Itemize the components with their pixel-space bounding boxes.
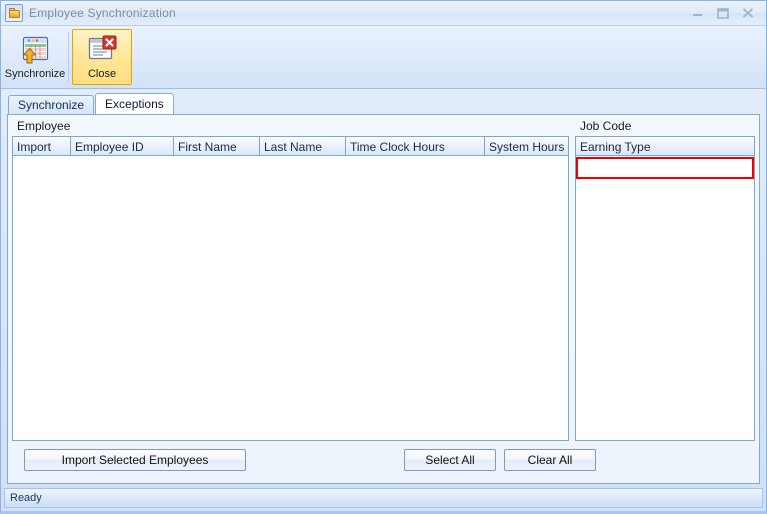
clear-all-button[interactable]: Clear All <box>504 449 596 471</box>
panes-container: Employee Import Employee ID First Name L… <box>12 119 755 441</box>
folder-sync-icon <box>5 4 23 22</box>
toolbar-button-synchronize[interactable]: Synchronize <box>5 29 65 85</box>
toolbar-button-close[interactable]: Close <box>72 29 132 85</box>
tab-panel-exceptions: Employee Import Employee ID First Name L… <box>7 114 760 484</box>
column-header-first-name[interactable]: First Name <box>174 137 260 156</box>
jobcode-group-label: Job Code <box>580 119 632 133</box>
tab-synchronize-label: Synchronize <box>18 98 85 112</box>
minimize-button[interactable] <box>690 6 706 20</box>
window-controls <box>690 6 764 20</box>
tab-strip: Synchronize Exceptions <box>1 93 766 114</box>
jobcode-group: Job Code Earning Type <box>575 119 755 441</box>
tab-exceptions[interactable]: Exceptions <box>95 93 174 114</box>
tab-synchronize[interactable]: Synchronize <box>8 95 95 114</box>
table-row-earning-type-error[interactable] <box>576 157 754 179</box>
employee-group: Employee Import Employee ID First Name L… <box>12 119 569 441</box>
jobcode-grid[interactable]: Earning Type <box>575 136 755 441</box>
window-close-icon <box>86 33 118 65</box>
employee-group-label: Employee <box>17 119 71 133</box>
maximize-button[interactable] <box>715 6 731 20</box>
status-bar: Ready <box>4 488 763 508</box>
column-header-earning-type[interactable]: Earning Type <box>576 137 754 156</box>
column-header-time-clock-hours[interactable]: Time Clock Hours <box>346 137 485 156</box>
toolbar-label-close: Close <box>87 68 117 80</box>
import-selected-employees-button[interactable]: Import Selected Employees <box>24 449 246 471</box>
column-header-system-hours[interactable]: System Hours <box>485 137 568 156</box>
employee-grid[interactable]: Import Employee ID First Name Last Name … <box>12 136 569 441</box>
title-bar: Employee Synchronization <box>1 1 766 26</box>
jobcode-grid-header: Earning Type <box>576 137 754 156</box>
action-button-bar: Import Selected Employees Select All Cle… <box>12 441 755 479</box>
column-header-employee-id[interactable]: Employee ID <box>71 137 174 156</box>
window-title: Employee Synchronization <box>29 6 176 20</box>
jobcode-grid-rows[interactable] <box>576 156 754 440</box>
toolbar: Synchronize Close <box>1 26 766 89</box>
employee-grid-rows[interactable] <box>13 156 568 440</box>
column-header-last-name[interactable]: Last Name <box>260 137 346 156</box>
toolbar-separator <box>68 32 69 82</box>
close-button[interactable] <box>740 6 756 20</box>
column-header-import[interactable]: Import <box>13 137 71 156</box>
toolbar-label-synchronize: Synchronize <box>4 68 66 80</box>
application-window: Employee Synchronization Synchronize Clo… <box>0 0 767 514</box>
synchronize-grid-upload-icon <box>19 33 51 65</box>
employee-grid-header: Import Employee ID First Name Last Name … <box>13 137 568 156</box>
status-text: Ready <box>10 492 42 504</box>
tab-exceptions-label: Exceptions <box>105 97 164 111</box>
select-all-button[interactable]: Select All <box>404 449 496 471</box>
